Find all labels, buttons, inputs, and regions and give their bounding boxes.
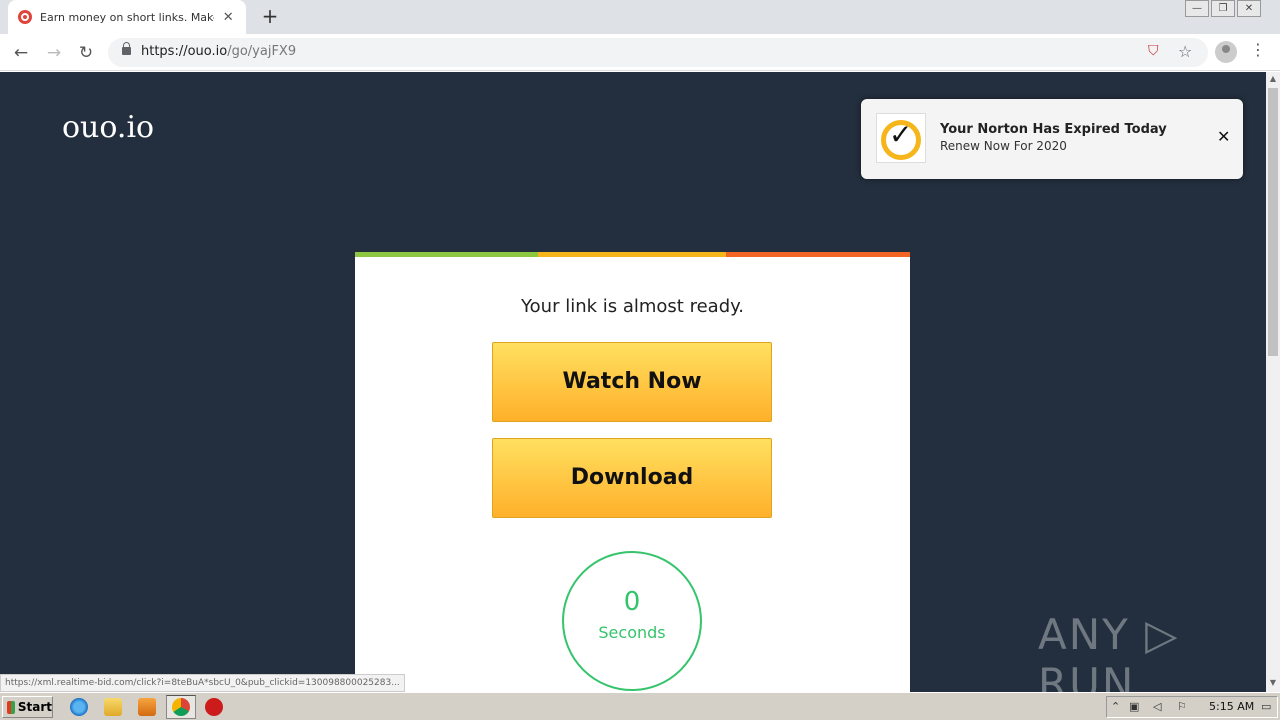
windows-taskbar: Start ⌃ ▣ ◁ ⚐ 5:15 AM ▭	[0, 692, 1280, 720]
page-scrollbar[interactable]: ▲ ▼	[1266, 72, 1280, 692]
timer-unit: Seconds	[598, 623, 666, 642]
browser-tab[interactable]: Earn money on short links. Make sho ✕	[8, 0, 246, 34]
windows-flag-icon	[7, 700, 15, 714]
opera-icon[interactable]	[205, 698, 223, 716]
bar-segment-green	[355, 252, 538, 257]
volume-icon[interactable]: ◁	[1153, 700, 1161, 713]
forward-button[interactable]: →	[41, 40, 67, 66]
close-window-button[interactable]: ✕	[1237, 0, 1261, 17]
media-player-icon[interactable]	[138, 698, 156, 716]
url-host: https://ouo.io	[141, 44, 228, 59]
tab-strip: Earn money on short links. Make sho ✕ + …	[0, 0, 1280, 34]
bar-segment-orange	[726, 252, 910, 257]
minimize-button[interactable]: —	[1185, 0, 1209, 17]
chrome-icon	[172, 698, 190, 716]
file-explorer-icon[interactable]	[104, 698, 122, 716]
countdown-timer: 0 Seconds	[562, 551, 702, 691]
watch-now-button[interactable]: Watch Now	[492, 342, 772, 422]
card-color-bar	[355, 252, 910, 257]
back-button[interactable]: ←	[8, 40, 34, 66]
internet-explorer-icon[interactable]	[70, 698, 88, 716]
window-controls: — ❐ ✕	[1183, 0, 1261, 18]
norton-logo-icon: ✓	[876, 113, 926, 163]
scroll-up-icon[interactable]: ▲	[1266, 72, 1280, 86]
notification-close-icon[interactable]: ✕	[1217, 127, 1230, 146]
blocked-popup-icon[interactable]: ⛉	[1148, 43, 1159, 59]
card-headline: Your link is almost ready.	[521, 296, 744, 317]
tray-expand-icon[interactable]: ⌃	[1111, 700, 1120, 713]
start-label: Start	[17, 700, 52, 714]
url-path: /go/yajFX9	[227, 44, 297, 59]
bookmark-star-icon[interactable]: ☆	[1178, 42, 1192, 61]
link-card: Your link is almost ready. Watch Now Dow…	[355, 252, 910, 692]
scroll-down-icon[interactable]: ▼	[1266, 676, 1280, 690]
network-icon[interactable]: ▣	[1129, 700, 1139, 713]
bar-segment-yellow	[538, 252, 726, 257]
notification-subtitle: Renew Now For 2020	[940, 139, 1067, 153]
norton-popup[interactable]: ✓ Your Norton Has Expired Today Renew No…	[861, 99, 1243, 179]
checkmark-icon: ✓	[889, 118, 913, 151]
timer-value: 0	[623, 587, 641, 617]
anyrun-watermark: ANY ▷ RUN	[1038, 610, 1180, 692]
notification-title: Your Norton Has Expired Today	[940, 122, 1167, 137]
taskbar-clock[interactable]: 5:15 AM	[1209, 700, 1254, 713]
reload-button[interactable]: ↻	[73, 40, 99, 66]
restore-button[interactable]: ❐	[1211, 0, 1235, 17]
show-desktop-icon[interactable]: ▭	[1261, 700, 1271, 713]
download-button[interactable]: Download	[492, 438, 772, 518]
chrome-taskbar-button[interactable]	[166, 695, 196, 719]
profile-avatar[interactable]	[1215, 41, 1237, 63]
tab-close-icon[interactable]: ✕	[220, 10, 236, 25]
lock-icon	[122, 42, 131, 55]
page-content: ouo.io Your link is almost ready. Watch …	[0, 72, 1266, 692]
scroll-thumb[interactable]	[1268, 88, 1278, 356]
address-bar[interactable]: https://ouo.io/go/yajFX9 ⛉ ☆	[108, 38, 1208, 67]
url-text[interactable]: https://ouo.io/go/yajFX9	[141, 44, 296, 59]
system-tray: ⌃ ▣ ◁ ⚐ 5:15 AM ▭	[1106, 696, 1278, 718]
new-tab-button[interactable]: +	[258, 4, 282, 28]
ouo-favicon-icon	[18, 10, 32, 24]
site-logo[interactable]: ouo.io	[62, 110, 154, 145]
action-center-flag-icon[interactable]: ⚐	[1177, 700, 1187, 713]
tab-title: Earn money on short links. Make sho	[40, 10, 214, 24]
link-status-bar: https://xml.realtime-bid.com/click?i=8te…	[0, 674, 405, 692]
browser-menu-icon[interactable]: ⋮	[1250, 40, 1266, 59]
start-button[interactable]: Start	[2, 696, 53, 718]
browser-toolbar: ← → ↻ https://ouo.io/go/yajFX9 ⛉ ☆ ⋮	[0, 34, 1280, 71]
